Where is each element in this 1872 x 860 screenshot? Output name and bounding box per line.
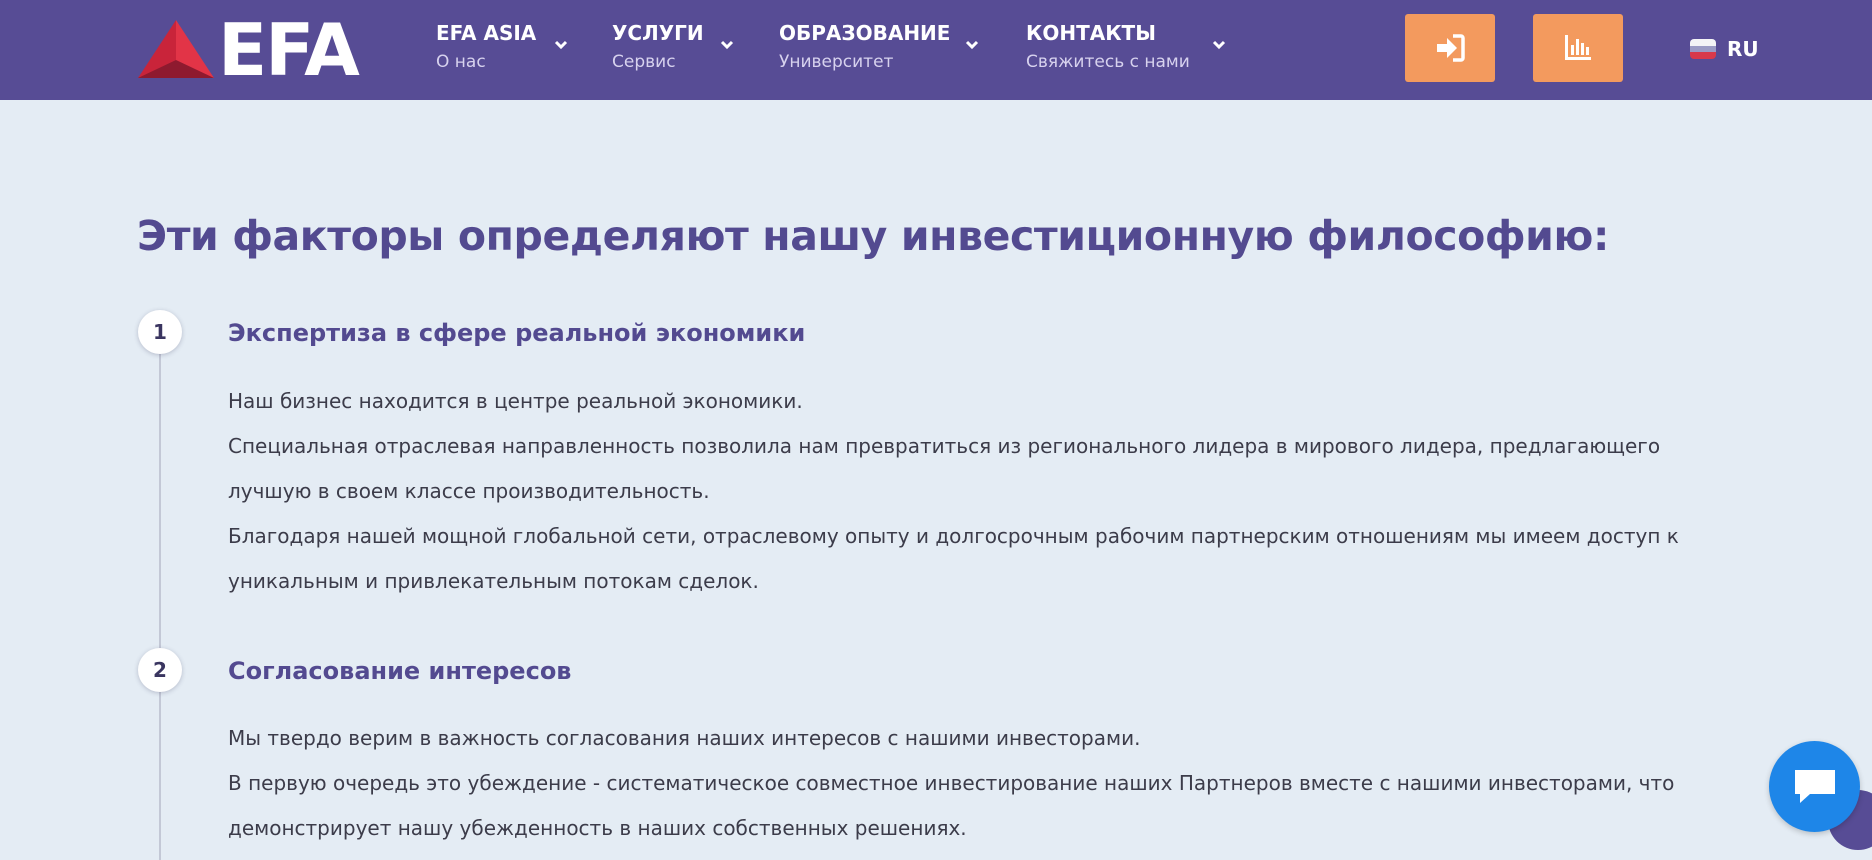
nav-subtitle: Сервис [612,52,676,72]
nav-efa-asia[interactable]: EFA ASIA О нас [436,20,570,80]
step-1-text-line: Специальная отраслевая направленность по… [228,434,1661,458]
page-title: Эти факторы определяют нашу инвестиционн… [137,212,1609,260]
login-button[interactable] [1405,14,1495,82]
step-2-text-line: Мы твердо верим в важность согласования … [228,726,1141,750]
nav-subtitle: Университет [779,52,894,72]
language-selector[interactable]: RU [1690,36,1760,62]
step-2-text-line: В первую очередь это убеждение - система… [228,771,1675,795]
nav-subtitle: Свяжитесь с нами [1026,52,1190,72]
triangle-logo-icon [138,20,214,78]
statistics-button[interactable] [1533,14,1623,82]
chevron-down-icon [965,40,979,50]
chevron-down-icon [554,40,568,50]
step-heading-2: Согласование интересов [228,657,572,685]
nav-title: EFA ASIA [436,21,537,45]
step-1-text-line: Благодаря нашей мощной глобальной сети, … [228,524,1679,548]
step-number-2: 2 [138,648,182,692]
language-label: RU [1727,37,1759,61]
russian-flag-icon [1690,39,1716,59]
step-1-text-line: Наш бизнес находится в центре реальной э… [228,389,803,413]
step-2-text-line: демонстрирует нашу убежденность в наших … [228,816,967,840]
step-number-1: 1 [138,310,182,354]
timeline-line [159,330,161,860]
logo-text: EFA [218,8,360,92]
bar-chart-icon [1565,35,1591,60]
step-1-text-line: уникальным и привлекательным потокам сде… [228,569,759,593]
nav-title: ОБРАЗОВАНИЕ [779,21,951,45]
step-heading-1: Экспертиза в сфере реальной экономики [228,319,806,347]
site-header: EFA EFA ASIA О нас УСЛУГИ Сервис ОБРАЗОВ… [0,0,1872,100]
chat-bubble-icon [1795,770,1835,803]
efa-logo[interactable]: EFA [138,10,370,90]
chat-button[interactable] [1769,741,1860,832]
login-icon [1437,34,1465,62]
nav-contacts[interactable]: КОНТАКТЫ Свяжитесь с нами [1026,20,1228,80]
step-1-text-line: лучшую в своем классе производительность… [228,479,710,503]
nav-title: УСЛУГИ [612,21,704,45]
chevron-down-icon [720,40,734,50]
nav-title: КОНТАКТЫ [1026,21,1156,45]
nav-education[interactable]: ОБРАЗОВАНИЕ Университет [779,20,983,80]
nav-services[interactable]: УСЛУГИ Сервис [612,20,736,80]
nav-subtitle: О нас [436,52,486,72]
chevron-down-icon [1212,40,1226,50]
